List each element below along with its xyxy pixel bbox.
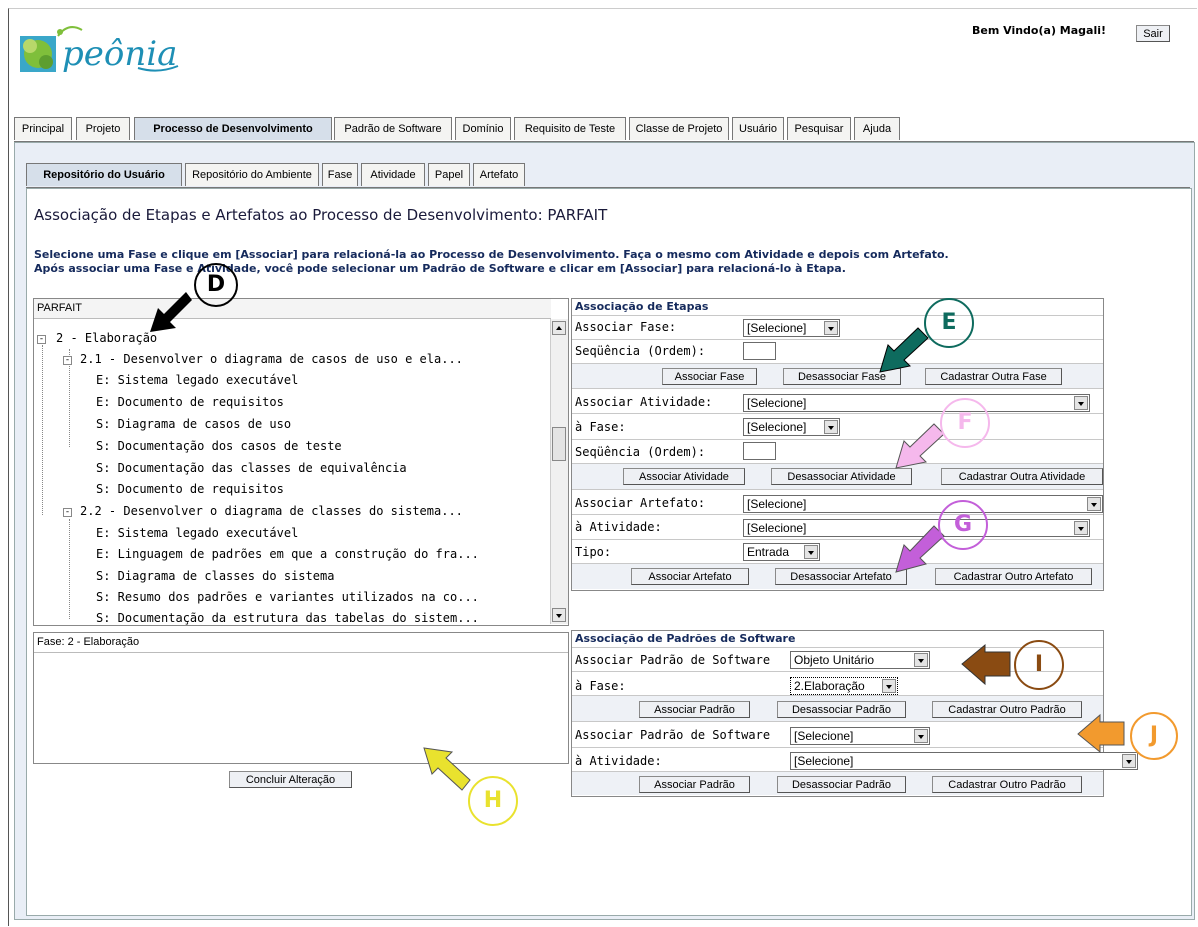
arrow-d-icon [150,292,192,332]
annotation-overlay [150,292,1125,791]
arrow-g-icon [895,525,945,573]
arrow-f-icon [895,423,945,469]
annotation-h: H [468,776,518,826]
arrow-e-icon [879,327,929,373]
annotation-j: J [1130,712,1178,760]
arrow-h-icon [423,747,471,791]
annotation-d: D [194,263,238,307]
arrow-j-icon [1077,713,1125,754]
arrow-i-icon [961,643,1011,686]
annotation-g: G [938,500,988,550]
annotation-f: F [940,398,990,448]
annotation-i: I [1014,640,1064,690]
annotation-e: E [924,298,974,348]
